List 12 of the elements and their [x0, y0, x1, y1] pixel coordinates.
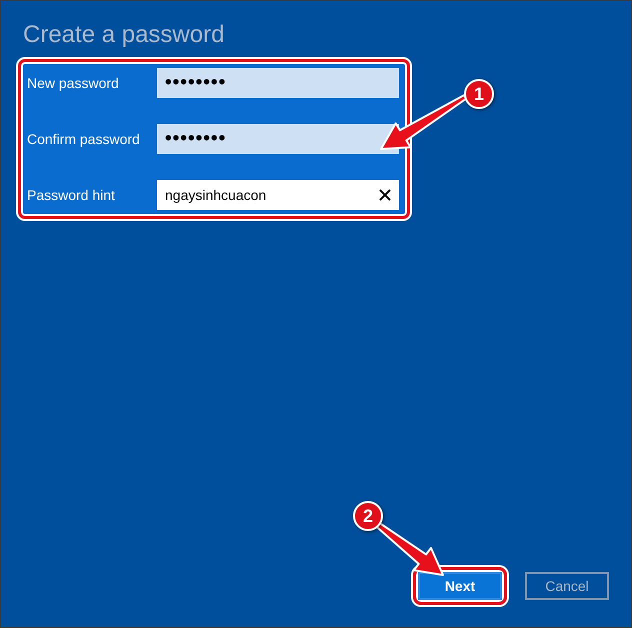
field-label: Confirm password [27, 131, 141, 147]
hint-field[interactable]: ngaysinhcuacon [157, 180, 399, 210]
clear-icon[interactable] [379, 189, 391, 201]
password-field[interactable]: •••••••• [157, 124, 399, 154]
step-badge: 2 [353, 501, 383, 531]
step-badge: 1 [464, 79, 494, 109]
field-label: New password [27, 75, 120, 91]
next-button[interactable]: Next [418, 572, 502, 600]
page-title: Create a password [23, 21, 224, 49]
password-field[interactable]: •••••••• [157, 68, 399, 98]
cancel-button[interactable]: Cancel [525, 572, 609, 600]
field-label: Password hint [27, 187, 116, 203]
